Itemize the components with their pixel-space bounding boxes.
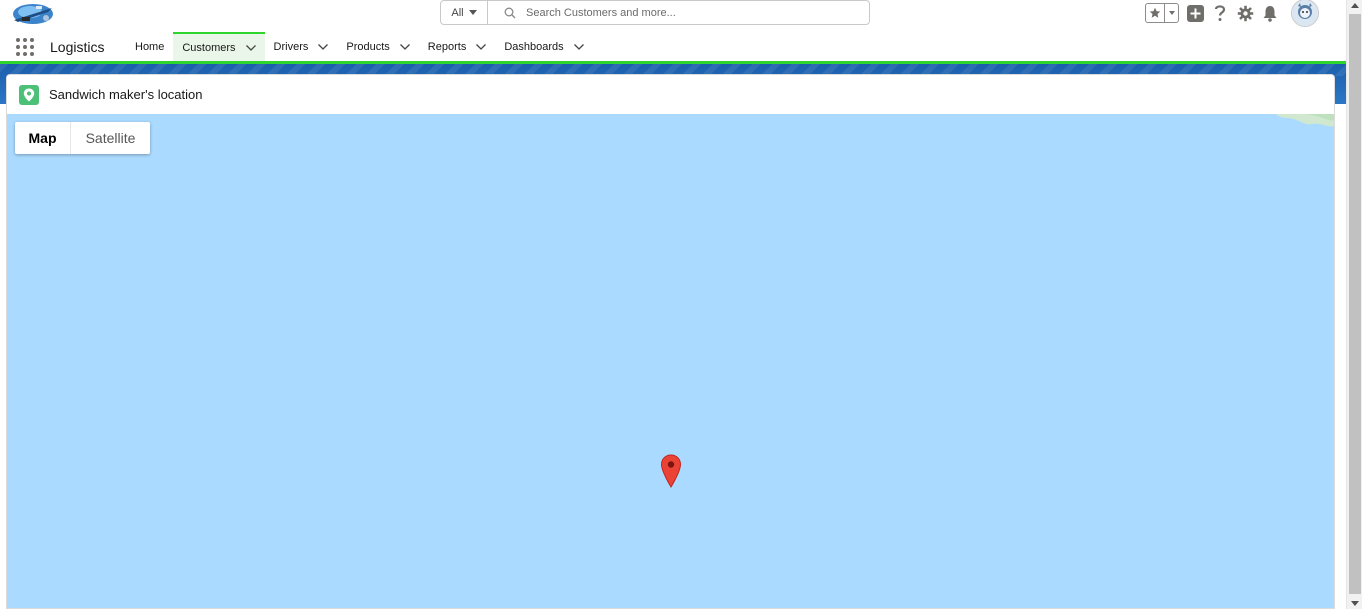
favorites-button-group bbox=[1145, 3, 1179, 23]
search-scope-label: All bbox=[451, 6, 464, 19]
app-navigation-bar: Logistics Home Customers Drivers Product… bbox=[0, 28, 1346, 62]
nav-items: Home Customers Drivers Products Reports … bbox=[126, 32, 593, 62]
scrollbar-thumb[interactable] bbox=[1349, 14, 1361, 594]
chevron-down-icon bbox=[468, 10, 477, 15]
nav-item-label: Customers bbox=[182, 42, 236, 54]
user-avatar[interactable] bbox=[1291, 0, 1319, 27]
nav-item-home[interactable]: Home bbox=[126, 32, 173, 62]
app-name: Logistics bbox=[50, 39, 105, 55]
scroll-down-arrow-icon[interactable] bbox=[1351, 601, 1359, 606]
chevron-down-icon[interactable] bbox=[318, 44, 329, 50]
search-icon bbox=[504, 7, 516, 18]
page-scrollbar[interactable] bbox=[1346, 0, 1362, 609]
nav-item-products[interactable]: Products bbox=[337, 32, 418, 62]
header-utility-icons bbox=[1145, 0, 1319, 27]
company-logo[interactable] bbox=[8, 0, 58, 28]
favorites-menu-chevron-icon[interactable] bbox=[1165, 4, 1178, 22]
chevron-down-icon[interactable] bbox=[245, 45, 256, 51]
global-header: All bbox=[0, 0, 1346, 28]
notifications-bell-icon[interactable] bbox=[1261, 4, 1279, 22]
global-search[interactable]: All bbox=[440, 0, 870, 25]
map-view[interactable]: Map Satellite bbox=[7, 114, 1334, 608]
setup-gear-icon[interactable] bbox=[1236, 4, 1254, 22]
nav-item-dashboards[interactable]: Dashboards bbox=[495, 32, 592, 62]
nav-item-customers[interactable]: Customers bbox=[173, 32, 265, 62]
nav-item-label: Dashboards bbox=[504, 41, 564, 53]
card-header: Sandwich maker's location bbox=[7, 75, 1334, 114]
global-actions-plus-icon[interactable] bbox=[1186, 4, 1204, 22]
map-land-fragment bbox=[1276, 114, 1334, 127]
favorites-star-icon[interactable] bbox=[1146, 4, 1165, 22]
app-launcher-waffle-icon[interactable] bbox=[16, 38, 34, 56]
chevron-down-icon[interactable] bbox=[573, 44, 584, 50]
nav-item-label: Reports bbox=[427, 41, 467, 53]
nav-item-drivers[interactable]: Drivers bbox=[265, 32, 338, 62]
map-type-toggle: Map Satellite bbox=[15, 122, 150, 154]
map-type-satellite-button[interactable]: Satellite bbox=[71, 122, 150, 154]
search-scope-dropdown[interactable]: All bbox=[441, 1, 488, 24]
chevron-down-icon[interactable] bbox=[476, 44, 487, 50]
nav-item-label: Home bbox=[135, 41, 165, 53]
map-marker-icon[interactable] bbox=[660, 454, 682, 488]
nav-item-reports[interactable]: Reports bbox=[419, 32, 496, 62]
nav-item-label: Drivers bbox=[273, 41, 309, 53]
help-question-icon[interactable] bbox=[1211, 4, 1229, 22]
card-title: Sandwich maker's location bbox=[49, 87, 203, 102]
map-type-map-button[interactable]: Map bbox=[15, 122, 71, 154]
map-card: Sandwich maker's location Map Satellite bbox=[6, 74, 1335, 609]
chevron-down-icon[interactable] bbox=[399, 44, 410, 50]
location-pin-icon bbox=[19, 84, 39, 105]
search-input[interactable] bbox=[526, 6, 826, 19]
nav-item-label: Products bbox=[346, 41, 390, 53]
scroll-up-arrow-icon[interactable] bbox=[1351, 3, 1359, 8]
